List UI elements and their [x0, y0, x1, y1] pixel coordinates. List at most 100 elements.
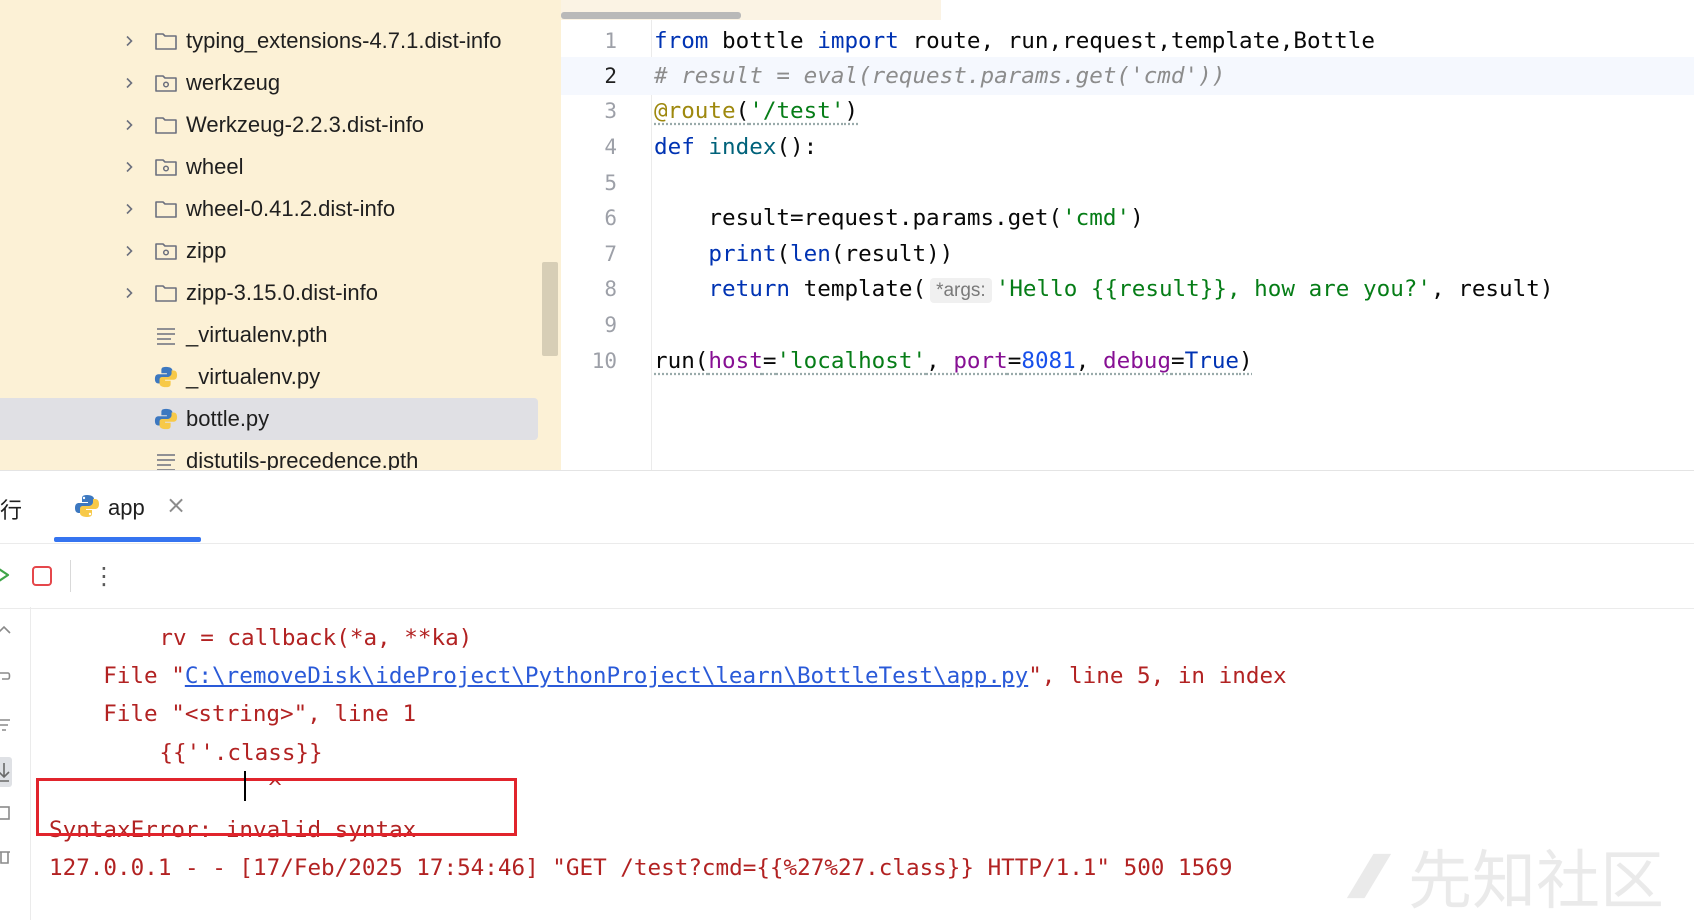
- chevron-right-icon[interactable]: [120, 158, 138, 176]
- code-segment: ,: [1075, 348, 1103, 374]
- filter-icon[interactable]: [0, 715, 12, 735]
- toolbar-divider: [70, 560, 71, 592]
- parameter-hint: *args:: [930, 278, 992, 303]
- access-log-line: 127.0.0.1 - - [17/Feb/2025 17:54:46] "GE…: [49, 855, 1233, 881]
- tree-item[interactable]: _virtualenv.py: [0, 356, 540, 398]
- tree-item[interactable]: bottle.py: [0, 398, 538, 440]
- string-literal: 'cmd': [1062, 205, 1131, 231]
- number-literal: 8081: [1021, 348, 1076, 374]
- line-number: 3: [604, 99, 617, 123]
- tree-item[interactable]: Werkzeug-2.2.3.dist-info: [0, 104, 540, 146]
- code-line-3[interactable]: 3 @route('/test'): [561, 92, 1694, 130]
- line-number: 2: [604, 64, 617, 88]
- console-segment: File ": [76, 663, 185, 689]
- python-file-icon: [154, 365, 178, 389]
- folder-icon: [154, 281, 178, 305]
- code-segment: (: [776, 241, 791, 267]
- code-segment: =: [1007, 348, 1022, 374]
- builtin-print: print: [708, 241, 777, 267]
- scroll-up-icon[interactable]: [0, 621, 12, 641]
- code-text: print(len(result)): [654, 241, 953, 267]
- package-icon: [154, 71, 178, 95]
- code-segment: bottle: [708, 28, 818, 54]
- more-options-icon[interactable]: ⋮: [92, 560, 116, 592]
- close-icon[interactable]: ×: [166, 491, 186, 519]
- run-toolbar: ⋮: [0, 543, 1694, 609]
- code-segment: ,: [926, 348, 954, 374]
- tree-item[interactable]: zipp-3.15.0.dist-info: [0, 272, 540, 314]
- code-line-7[interactable]: 7 print(len(result)): [561, 235, 1694, 273]
- chevron-right-icon[interactable]: [120, 32, 138, 50]
- param-debug: debug: [1102, 348, 1171, 374]
- tree-item-label: Werkzeug-2.2.3.dist-info: [186, 112, 425, 137]
- rerun-icon[interactable]: [0, 564, 10, 586]
- file-path-link[interactable]: C:\removeDisk\ideProject\PythonProject\l…: [185, 663, 1028, 689]
- line-number: 1: [604, 29, 617, 53]
- string-literal: '/test': [749, 98, 845, 124]
- watermark-text: 先知社区: [1408, 845, 1664, 919]
- console-line: {{''.class}}: [105, 740, 323, 766]
- code-segment: route, run,request,template,Bottle: [898, 28, 1375, 54]
- tree-item-label: werkzeug: [186, 70, 281, 95]
- chevron-right-icon[interactable]: [120, 116, 138, 134]
- code-line-10[interactable]: 10 run(host='localhost', port=8081, debu…: [561, 342, 1694, 380]
- project-tree-scrollbar[interactable]: [542, 262, 558, 356]
- code-segment: ): [1130, 205, 1144, 231]
- active-tab-indicator: [54, 537, 201, 542]
- folder-icon: [154, 113, 178, 137]
- scroll-to-end-icon[interactable]: [0, 757, 12, 787]
- chevron-right-icon[interactable]: [120, 284, 138, 302]
- console-segment: ", line 5, in index: [1028, 663, 1287, 689]
- code-text: result=request.params.get('cmd'): [654, 205, 1144, 231]
- tree-item-label: _virtualenv.pth: [186, 322, 328, 347]
- line-number: 4: [604, 135, 617, 159]
- python-file-icon: [154, 407, 178, 431]
- code-segment: , result): [1431, 276, 1554, 302]
- chevron-right-icon[interactable]: [120, 242, 138, 260]
- trash-icon[interactable]: [0, 847, 12, 867]
- console-side-toolbar: [0, 607, 31, 920]
- tree-item-label: zipp: [186, 238, 227, 263]
- print-icon[interactable]: [0, 803, 12, 823]
- builtin-len: len: [790, 241, 831, 267]
- tree-item[interactable]: _virtualenv.pth: [0, 314, 540, 356]
- code-text: from bottle import route, run,request,te…: [654, 28, 1375, 54]
- soft-wrap-icon[interactable]: [0, 667, 12, 687]
- chevron-right-icon[interactable]: [120, 74, 138, 92]
- code-line-9[interactable]: 9: [561, 306, 1694, 344]
- tree-item[interactable]: distutils-precedence.pth: [0, 440, 540, 470]
- code-line-2[interactable]: 2 # result = eval(request.params.get('cm…: [561, 57, 1694, 95]
- code-line-8[interactable]: 8 return template(*args: 'Hello {{result}…: [561, 270, 1694, 308]
- console-line: rv = callback(*a, **ka): [105, 625, 473, 651]
- code-line-5[interactable]: 5: [561, 164, 1694, 202]
- tree-item-label: _virtualenv.py: [186, 364, 321, 389]
- keyword-return: return: [708, 276, 791, 302]
- code-segment: =: [1171, 348, 1185, 374]
- tree-item[interactable]: zipp: [0, 230, 540, 272]
- stop-button[interactable]: [32, 566, 52, 586]
- package-icon: [154, 239, 178, 263]
- code-line-4[interactable]: 4 def index():: [561, 128, 1694, 166]
- code-text: return template(*args: 'Hello {{result}},…: [654, 276, 1554, 303]
- python-icon: [74, 493, 100, 519]
- code-editor[interactable]: 1 from bottle import route, run,request,…: [561, 0, 1694, 470]
- code-segment: template(: [790, 276, 927, 302]
- line-number: 6: [604, 206, 617, 230]
- function-name: index: [708, 134, 777, 160]
- tab-app[interactable]: app ×: [54, 471, 201, 543]
- chevron-right-icon[interactable]: [120, 200, 138, 218]
- line-number: 9: [604, 313, 617, 337]
- tree-item[interactable]: wheel: [0, 146, 540, 188]
- editor-horizontal-scrollbar[interactable]: [561, 12, 741, 19]
- tree-item[interactable]: typing_extensions-4.7.1.dist-info: [0, 20, 540, 62]
- code-line-1[interactable]: 1 from bottle import route, run,request,…: [561, 22, 1694, 60]
- tree-item[interactable]: werkzeug: [0, 62, 540, 104]
- keyword-from: from: [654, 28, 709, 54]
- param-host: host: [708, 348, 763, 374]
- tree-item[interactable]: wheel-0.41.2.dist-info: [0, 188, 540, 230]
- code-text: run(host='localhost', port=8081, debug=T…: [654, 348, 1253, 374]
- code-line-6[interactable]: 6 result=request.params.get('cmd'): [561, 199, 1694, 237]
- folder-icon: [154, 197, 178, 221]
